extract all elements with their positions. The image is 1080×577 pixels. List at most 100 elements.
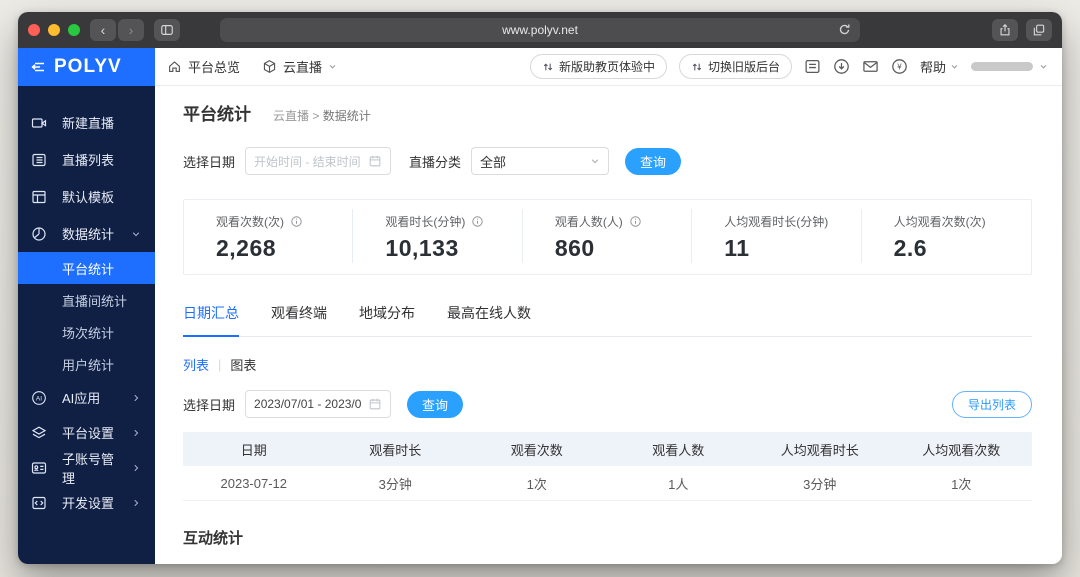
info-icon[interactable] bbox=[290, 215, 303, 228]
app-frame: POLYV 新建直播 直播列表 默认模板 数据统计 平台统计 直播间统计 场次统… bbox=[18, 48, 1062, 564]
stat-value: 11 bbox=[724, 235, 750, 261]
breadcrumb-parent[interactable]: 云直播 bbox=[273, 109, 309, 123]
money-icon[interactable]: ¥ bbox=[891, 58, 908, 75]
stat-avg-views: 人均观看次数(次) 2.6 bbox=[862, 200, 1031, 274]
table-cell-avg-views: 1次 bbox=[951, 476, 972, 492]
sidebar-subitem-session-statistics[interactable]: 场次统计 bbox=[18, 316, 155, 348]
forward-button[interactable]: › bbox=[118, 19, 144, 41]
nav-platform-overview[interactable]: 平台总览 bbox=[167, 57, 240, 76]
browser-toolbar-right bbox=[992, 19, 1052, 41]
sidebar-item-live-list[interactable]: 直播列表 bbox=[18, 141, 155, 178]
browser-nav-buttons: ‹ › bbox=[90, 19, 144, 41]
date-range-value: 2023/07/01 - 2023/07/13 bbox=[254, 397, 362, 411]
pie-chart-icon bbox=[32, 226, 46, 241]
reload-icon[interactable] bbox=[837, 22, 852, 37]
table-cell-views: 1次 bbox=[526, 476, 547, 492]
column-header: 观看时长 bbox=[369, 442, 422, 458]
sidebar-subitem-room-statistics[interactable]: 直播间统计 bbox=[18, 284, 155, 316]
sidebar-subitem-user-statistics[interactable]: 用户统计 bbox=[18, 348, 155, 380]
stats-summary: 观看次数(次) 2,268 观看时长(分钟) 10,133 观看人数(人) 86… bbox=[183, 199, 1032, 275]
nav-label: 平台总览 bbox=[188, 60, 241, 75]
breadcrumb-current: 数据统计 bbox=[322, 109, 371, 123]
stat-value: 2.6 bbox=[893, 235, 928, 261]
switch-old-console-pill[interactable]: 切换旧版后台 bbox=[678, 54, 792, 79]
logo-block[interactable]: POLYV bbox=[18, 48, 155, 86]
sidebar-item-subaccount-management[interactable]: 子账号管理 bbox=[18, 450, 155, 486]
stat-view-count: 观看次数(次) 2,268 bbox=[184, 200, 354, 274]
view-toggle-list[interactable]: 列表 bbox=[183, 355, 209, 374]
table-header-row: 日期 观看时长 观看次数 观看人数 人均观看时长 人均观看次数 bbox=[183, 432, 1032, 466]
video-camera-icon bbox=[31, 117, 47, 128]
minimize-window-button[interactable] bbox=[48, 24, 60, 36]
category-filter-label: 直播分类 bbox=[409, 154, 462, 170]
info-icon[interactable] bbox=[471, 215, 484, 228]
date-range-input-filled[interactable]: 2023/07/01 - 2023/07/13 bbox=[245, 390, 392, 418]
code-icon bbox=[32, 496, 46, 509]
sidebar-item-platform-settings[interactable]: 平台设置 bbox=[18, 415, 155, 450]
tab-date-summary[interactable]: 日期汇总 bbox=[183, 303, 239, 337]
info-icon[interactable] bbox=[629, 215, 642, 228]
account-name-redacted bbox=[971, 62, 1033, 71]
address-bar[interactable]: www.polyv.net bbox=[220, 18, 860, 42]
sidebar-item-label: 新建直播 bbox=[62, 116, 115, 131]
svg-text:¥: ¥ bbox=[897, 63, 902, 72]
sidebar-item-label: 数据统计 bbox=[62, 227, 115, 242]
form-icon[interactable] bbox=[804, 58, 821, 75]
date-range-input[interactable]: 开始时间 - 结束时间 bbox=[245, 147, 392, 175]
new-assistant-page-pill[interactable]: 新版助教页体验中 bbox=[529, 54, 667, 79]
swap-icon bbox=[543, 62, 553, 71]
view-toggle: 列表 | 图表 bbox=[183, 355, 1032, 374]
sidebar-subitem-label: 平台统计 bbox=[62, 261, 115, 277]
query-button[interactable]: 查询 bbox=[625, 147, 682, 175]
sidebar-item-ai-apps[interactable]: AI AI应用 bbox=[18, 380, 155, 415]
sidebar-item-default-template[interactable]: 默认模板 bbox=[18, 178, 155, 215]
date-range-placeholder: 开始时间 - 结束时间 bbox=[254, 154, 361, 169]
sidebar-nav: 新建直播 直播列表 默认模板 数据统计 平台统计 直播间统计 场次统计 用户统计… bbox=[18, 86, 155, 520]
close-window-button[interactable] bbox=[28, 24, 40, 36]
main-column: 平台总览 云直播 新版助教页体验中 切换旧版后台 ¥ 帮助 平台统计 云直播 >… bbox=[155, 48, 1062, 564]
sidebar-item-developer-settings[interactable]: 开发设置 bbox=[18, 485, 155, 520]
nav-cloud-live[interactable]: 云直播 bbox=[262, 57, 337, 76]
stat-label: 人均观看时长(分钟) bbox=[724, 215, 829, 229]
app-topbar: 平台总览 云直播 新版助教页体验中 切换旧版后台 ¥ 帮助 bbox=[155, 48, 1062, 86]
chevron-down-icon bbox=[590, 156, 600, 166]
sidebar-toggle-button[interactable] bbox=[154, 19, 180, 41]
template-icon bbox=[32, 190, 46, 203]
share-button[interactable] bbox=[992, 19, 1018, 41]
sidebar-subitem-platform-statistics[interactable]: 平台统计 bbox=[18, 252, 155, 284]
account-menu[interactable] bbox=[971, 62, 1048, 71]
stat-label: 人均观看次数(次) bbox=[893, 215, 986, 229]
export-list-button[interactable]: 导出列表 bbox=[951, 390, 1032, 418]
mail-icon[interactable] bbox=[862, 58, 879, 75]
calendar-icon bbox=[369, 155, 381, 167]
tab-view-terminal[interactable]: 观看终端 bbox=[271, 303, 327, 337]
chevron-down-icon bbox=[328, 62, 337, 71]
view-toggle-chart[interactable]: 图表 bbox=[230, 355, 256, 374]
layers-icon bbox=[31, 426, 47, 438]
sidebar-item-label: 子账号管理 bbox=[62, 451, 115, 486]
sidebar-item-new-live[interactable]: 新建直播 bbox=[18, 104, 155, 141]
stat-value: 2,268 bbox=[216, 235, 277, 261]
download-icon[interactable] bbox=[833, 58, 850, 75]
svg-text:AI: AI bbox=[36, 395, 42, 402]
sidebar-item-label: 直播列表 bbox=[62, 153, 115, 168]
sidebar-item-label: 开发设置 bbox=[62, 496, 115, 511]
back-button[interactable]: ‹ bbox=[90, 19, 116, 41]
main-content: 平台统计 云直播 > 数据统计 选择日期 开始时间 - 结束时间 直播分类 全部… bbox=[155, 86, 1062, 564]
tab-region-distribution[interactable]: 地域分布 bbox=[359, 303, 415, 337]
table-cell-duration: 3分钟 bbox=[378, 476, 412, 492]
query-button[interactable]: 查询 bbox=[407, 390, 464, 418]
tabs-icon bbox=[1033, 24, 1045, 36]
stat-label: 观看人数(人) bbox=[554, 215, 623, 229]
chevron-right-icon bbox=[131, 428, 141, 438]
category-select[interactable]: 全部 bbox=[471, 147, 610, 175]
tabs-overview-button[interactable] bbox=[1026, 19, 1052, 41]
menu-collapse-icon bbox=[31, 62, 44, 72]
date-filter-label: 选择日期 bbox=[183, 154, 236, 170]
table-row[interactable]: 2023-07-12 3分钟 1次 1人 3分钟 1次 bbox=[183, 466, 1032, 501]
tab-peak-online[interactable]: 最高在线人数 bbox=[447, 303, 531, 337]
sidebar-item-data-statistics[interactable]: 数据统计 bbox=[18, 215, 155, 252]
table-filter-bar: 选择日期 2023/07/01 - 2023/07/13 查询 导出列表 bbox=[183, 390, 1032, 418]
maximize-window-button[interactable] bbox=[68, 24, 80, 36]
help-menu[interactable]: 帮助 bbox=[920, 57, 959, 76]
